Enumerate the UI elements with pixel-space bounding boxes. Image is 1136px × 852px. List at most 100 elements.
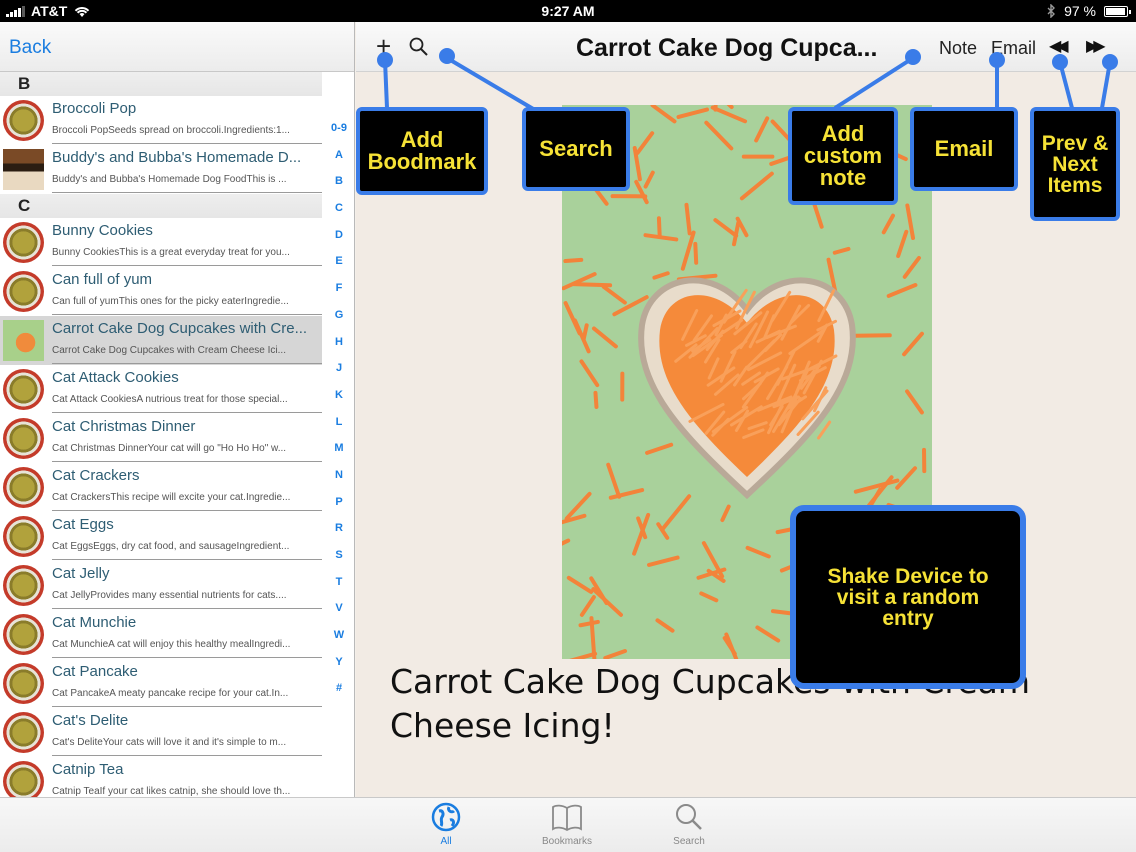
- recipe-name: Cat Jelly: [52, 565, 110, 582]
- recipe-thumbnail: [3, 320, 44, 361]
- recipe-name: Cat Munchie: [52, 614, 137, 631]
- callout-search: Search: [522, 107, 630, 191]
- index-letter[interactable]: C: [324, 200, 354, 227]
- tab-label: Bookmarks: [541, 836, 592, 847]
- index-letter[interactable]: P: [324, 494, 354, 521]
- list-item[interactable]: Cat Eggs Cat EggsEggs, dry cat food, and …: [0, 512, 322, 561]
- list-item[interactable]: Cat Crackers Cat CrackersThis recipe will…: [0, 463, 322, 512]
- index-letter[interactable]: G: [324, 307, 354, 334]
- recipe-name: Bunny Cookies: [52, 222, 153, 239]
- row-divider: [52, 143, 322, 144]
- row-divider: [52, 559, 322, 560]
- list-item[interactable]: Cat Christmas Dinner Cat Christmas Dinner…: [0, 414, 322, 463]
- status-time: 9:27 AM: [541, 3, 595, 19]
- recipe-summary: Carrot Cake Dog Cupcakes with Cream Chee…: [52, 345, 286, 356]
- index-letter[interactable]: N: [324, 467, 354, 494]
- back-button[interactable]: Back: [9, 37, 51, 59]
- recipe-summary: Cat MunchieA cat will enjoy this healthy…: [52, 639, 291, 650]
- recipe-summary: Cat EggsEggs, dry cat food, and sausageI…: [52, 541, 290, 552]
- email-button[interactable]: Email: [991, 38, 1036, 59]
- index-letter[interactable]: H: [324, 334, 354, 361]
- book-icon: [552, 804, 582, 832]
- list-item[interactable]: Broccoli Pop Broccoli PopSeeds spread on …: [0, 96, 322, 145]
- recipe-thumbnail: [3, 712, 44, 753]
- list-item[interactable]: Cat Jelly Cat JellyProvides many essentia…: [0, 561, 322, 610]
- list-item[interactable]: Cat Pancake Cat PancakeA meaty pancake re…: [0, 659, 322, 708]
- recipe-summary: Cat's DeliteYour cats will love it and i…: [52, 737, 287, 748]
- plus-icon[interactable]: +: [376, 33, 391, 59]
- recipe-thumbnail: [3, 222, 44, 263]
- recipe-thumbnail: [3, 614, 44, 655]
- list-item[interactable]: Catnip Tea Catnip TeaIf your cat likes ca…: [0, 757, 322, 797]
- list-item[interactable]: Cat Attack Cookies Cat Attack CookiesA nu…: [0, 365, 322, 414]
- row-divider: [52, 706, 322, 707]
- sidebar-nav-bar: Back: [0, 22, 354, 72]
- recipe-name: Cat Crackers: [52, 467, 140, 484]
- tab-label: Search: [673, 836, 705, 847]
- recipe-summary: Cat Attack CookiesA nutrious treat for t…: [52, 394, 288, 405]
- index-letter[interactable]: D: [324, 227, 354, 254]
- index-letter[interactable]: Y: [324, 654, 354, 681]
- prev-button[interactable]: ◀◀: [1049, 36, 1068, 56]
- index-letter[interactable]: R: [324, 520, 354, 547]
- index-letter[interactable]: T: [324, 574, 354, 601]
- recipe-summary: Cat CrackersThis recipe will excite your…: [52, 492, 291, 503]
- note-button[interactable]: Note: [939, 38, 977, 59]
- index-letter[interactable]: K: [324, 387, 354, 414]
- callout-add-note: Add custom note: [788, 107, 898, 205]
- battery-percent: 97 %: [1064, 3, 1096, 19]
- tab-bar: All Bookmarks Search: [0, 797, 1136, 852]
- recipe-name: Can full of yum: [52, 271, 153, 288]
- recipe-summary: Catnip TeaIf your cat likes catnip, she …: [52, 786, 291, 797]
- index-letter[interactable]: J: [324, 360, 354, 387]
- callout-prev-next: Prev & Next Items: [1030, 107, 1120, 221]
- section-header: B: [0, 72, 322, 96]
- recipe-thumbnail: [3, 565, 44, 606]
- index-letter[interactable]: M: [324, 440, 354, 467]
- list-item[interactable]: Can full of yum Can full of yumThis ones …: [0, 267, 322, 316]
- row-divider: [52, 608, 322, 609]
- callout-add-bookmark: Add Boodmark: [356, 107, 488, 195]
- row-divider: [52, 265, 322, 266]
- tab-all[interactable]: All: [406, 802, 486, 847]
- recipe-thumbnail: [3, 149, 44, 190]
- list-item[interactable]: Buddy's and Bubba's Homemade D... Buddy's…: [0, 145, 322, 194]
- index-letter[interactable]: W: [324, 627, 354, 654]
- recipe-thumbnail: [3, 100, 44, 141]
- list-item[interactable]: Bunny Cookies Bunny CookiesThis is a grea…: [0, 218, 322, 267]
- index-letter[interactable]: A: [324, 147, 354, 174]
- recipe-summary: Cat JellyProvides many essential nutrien…: [52, 590, 287, 601]
- recipe-list[interactable]: B Broccoli Pop Broccoli PopSeeds spread on…: [0, 72, 354, 797]
- recipe-name: Carrot Cake Dog Cupcakes with Cre...: [52, 320, 308, 337]
- row-divider: [52, 412, 322, 413]
- index-letter[interactable]: E: [324, 253, 354, 280]
- index-letter[interactable]: 0-9: [324, 120, 354, 147]
- next-button[interactable]: ▶▶: [1086, 36, 1105, 56]
- index-letter[interactable]: L: [324, 414, 354, 441]
- index-letter[interactable]: #: [324, 680, 354, 707]
- status-bar: AT&T 9:27 AM 97 %: [0, 0, 1136, 22]
- list-item[interactable]: Cat's Delite Cat's DeliteYour cats will l…: [0, 708, 322, 757]
- recipe-summary: Bunny CookiesThis is a great everyday tr…: [52, 247, 290, 258]
- alphabet-index[interactable]: 0-9 A B C D E F G H J K L M N P R S T V W Y #: [324, 120, 354, 707]
- page-title: Carrot Cake Dog Cupca...: [576, 34, 878, 62]
- list-item[interactable]: Carrot Cake Dog Cupcakes with Cre... Carr…: [0, 316, 322, 365]
- index-letter[interactable]: F: [324, 280, 354, 307]
- recipe-summary: Cat Christmas DinnerYour cat will go "Ho…: [52, 443, 287, 454]
- battery-icon: [1104, 5, 1131, 17]
- recipe-name: Cat's Delite: [52, 712, 129, 729]
- callout-email: Email: [910, 107, 1018, 191]
- recipe-thumbnail: [3, 761, 44, 797]
- list-item[interactable]: Cat Munchie Cat MunchieA cat will enjoy t…: [0, 610, 322, 659]
- index-letter[interactable]: S: [324, 547, 354, 574]
- recipe-name: Buddy's and Bubba's Homemade D...: [52, 149, 302, 166]
- tab-bookmarks[interactable]: Bookmarks: [527, 802, 607, 847]
- index-letter[interactable]: B: [324, 173, 354, 200]
- magnifier-icon[interactable]: [408, 36, 430, 58]
- tab-search[interactable]: Search: [649, 802, 729, 847]
- recipe-name: Cat Pancake: [52, 663, 138, 680]
- recipe-thumbnail: [3, 271, 44, 312]
- row-divider: [52, 192, 322, 193]
- index-letter[interactable]: V: [324, 600, 354, 627]
- section-header: C: [0, 194, 322, 218]
